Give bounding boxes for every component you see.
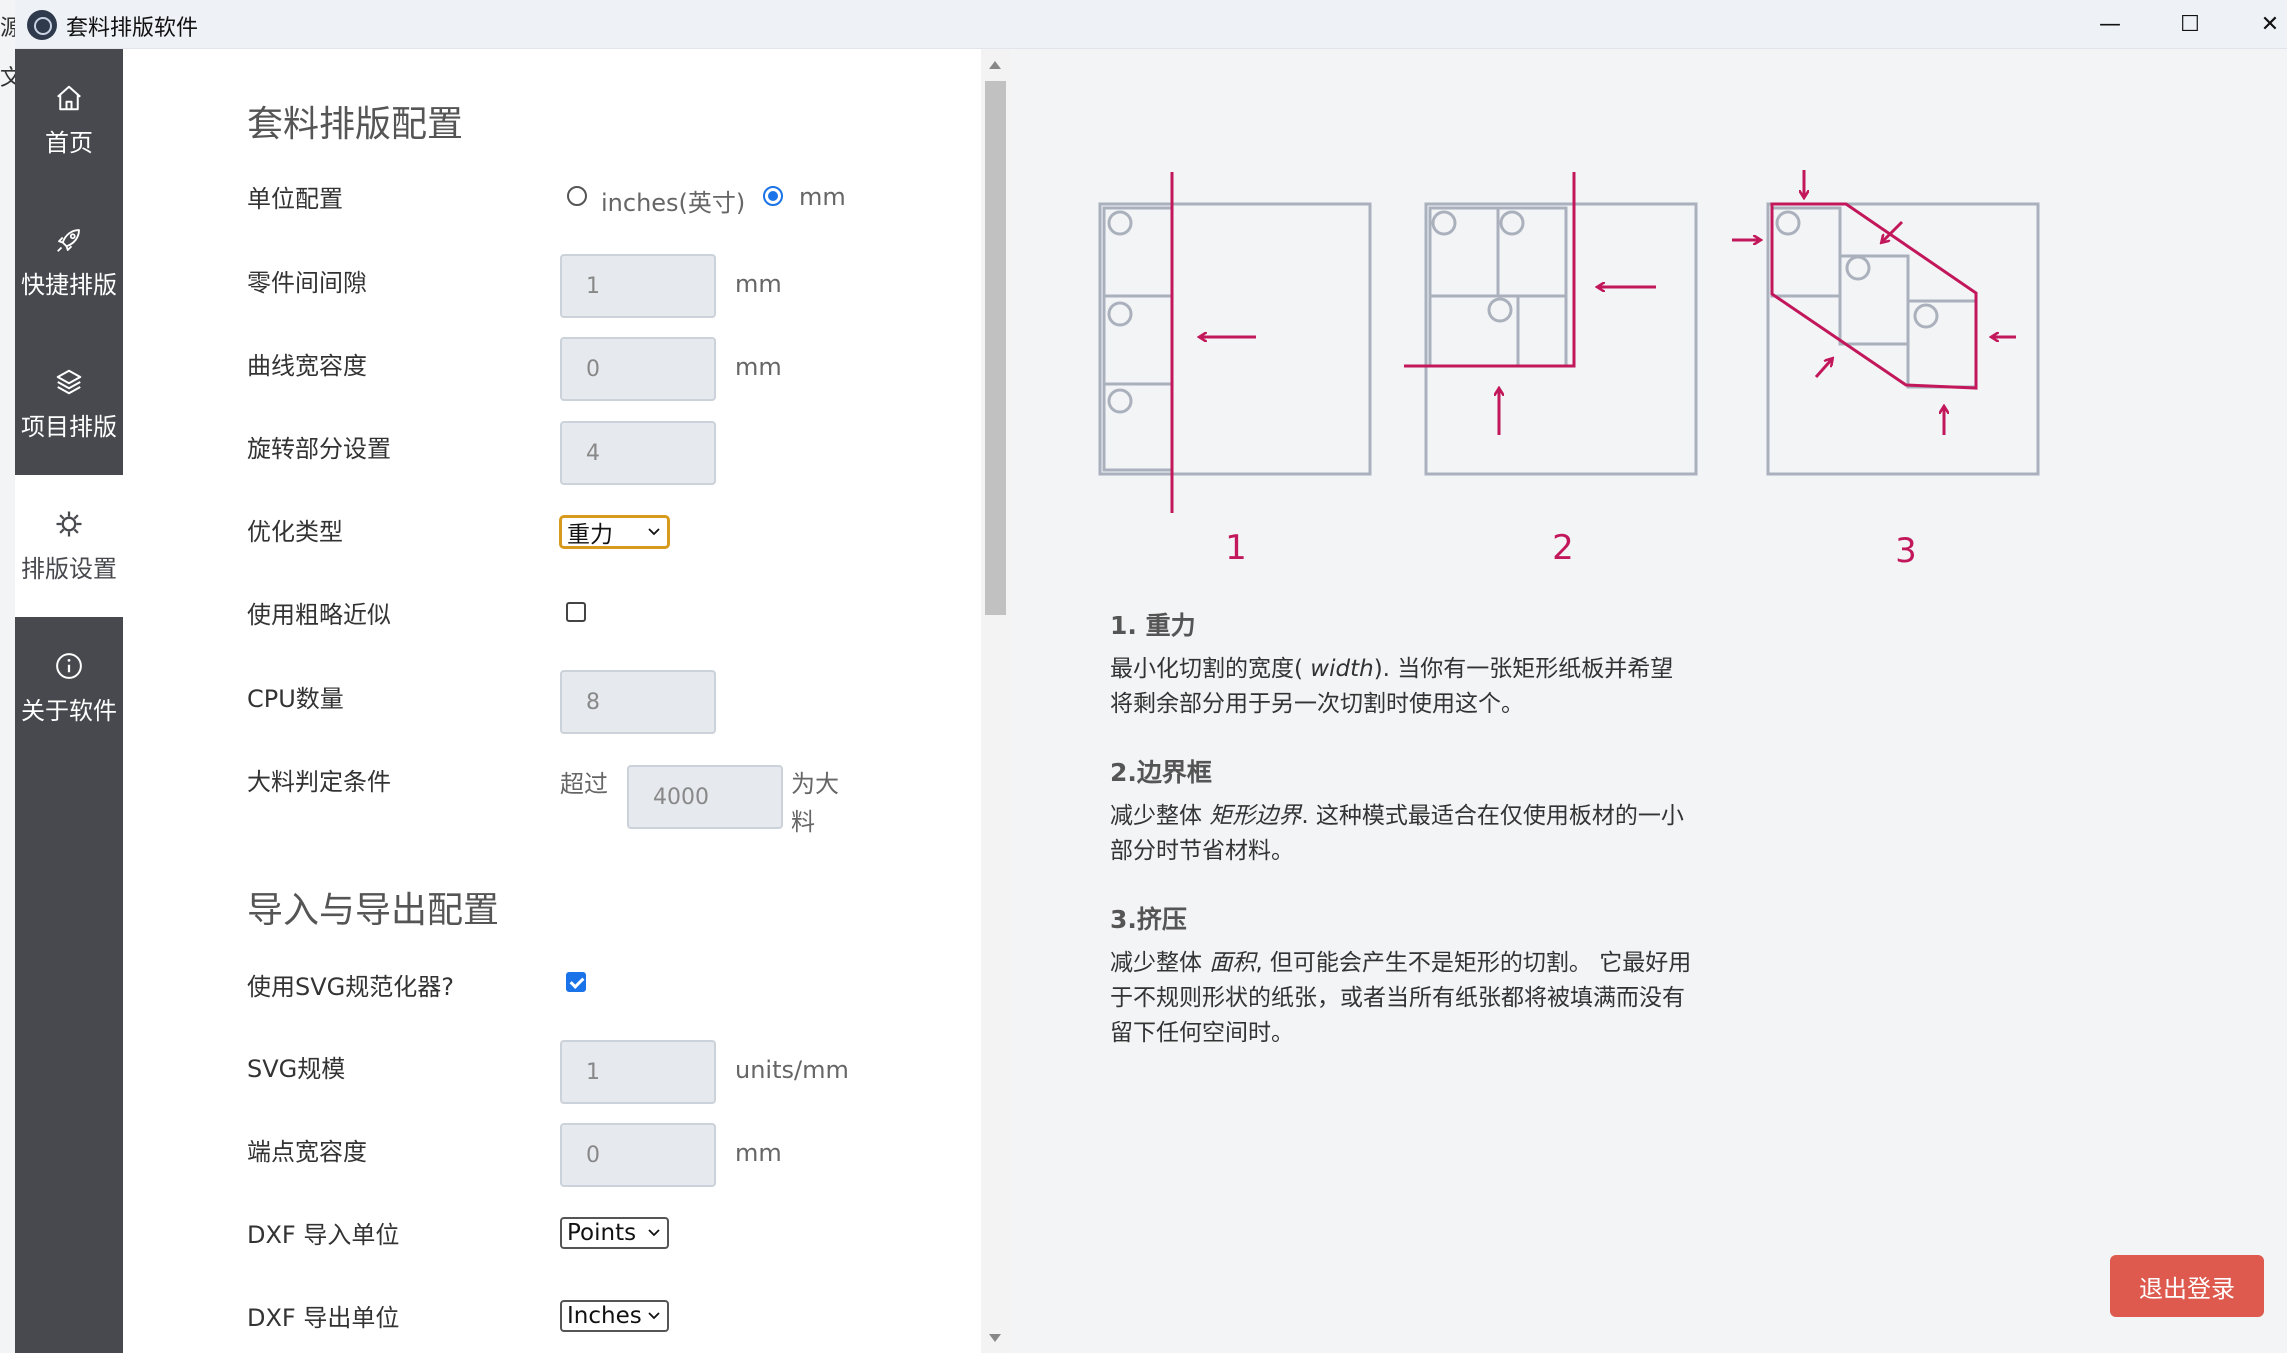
optimization-label: 优化类型 [247,518,343,546]
layers-icon [56,369,82,394]
gear-icon [56,511,82,536]
rough-approx-label: 使用粗略近似 [247,601,391,629]
sidebar-item-about[interactable]: 关于软件 [15,617,123,759]
dxf-import-select[interactable]: Points [560,1217,669,1249]
dxf-export-label: DXF 导出单位 [247,1304,400,1332]
window-title: 套料排版软件 [66,16,199,41]
mode-squeeze-title: 3.挤压 [1110,905,1187,934]
section-title-import-export: 导入与导出配置 [247,890,500,931]
endpoint-tolerance-input[interactable]: 0 [560,1123,716,1187]
large-part-prefix: 超过 [560,770,608,798]
sidebar-item-label: 快捷排版 [21,270,117,299]
sidebar: 首页 快捷排版 项目排版 排版设置 关于软件 [15,49,123,1353]
dxf-import-label: DXF 导入单位 [247,1221,400,1249]
svg-scale-unit: units/mm [735,1056,849,1084]
spacing-label: 零件间间隙 [247,269,367,297]
endpoint-tolerance-unit: mm [735,1139,782,1167]
units-radio-mm-label[interactable]: mm [799,183,846,211]
chevron-down-icon [648,528,660,536]
svg-normalizer-label: 使用SVG规范化器? [247,973,454,1001]
minimize-button[interactable]: — [2070,0,2150,49]
svg-normalizer-checkbox[interactable] [566,972,586,992]
optimization-select-value: 重力 [567,522,613,548]
sidebar-item-label: 首页 [45,128,93,157]
settings-scrollbar[interactable] [981,49,1010,1353]
optimization-select[interactable]: 重力 [560,516,669,548]
large-part-suffix-2: 料 [791,808,815,836]
mode-gravity-title: 1. 重力 [1110,611,1196,640]
endpoint-tolerance-label: 端点宽容度 [247,1138,367,1166]
info-icon [56,652,82,679]
svg-scale-input[interactable]: 1 [560,1040,716,1104]
large-part-suffix: 为大 [791,770,839,798]
figure-label: 3 [1895,531,1917,567]
cpu-input[interactable]: 8 [560,670,716,734]
dxf-export-select[interactable]: Inches [560,1300,669,1332]
app-window: 套料排版软件 — ☐ ✕ 首页 快捷排版 项目排版 排版设置 关于软件 套料排版… [15,0,2287,1353]
sidebar-item-label: 关于软件 [21,696,117,725]
scrollbar-thumb[interactable] [985,81,1006,615]
settings-panel: 套料排版配置 单位配置 inches(英寸) mm 零件间间隙 1 mm 曲线宽… [123,49,981,1353]
sidebar-item-nesting-settings[interactable]: 排版设置 [15,475,123,617]
sidebar-item-project-nesting[interactable]: 项目排版 [15,333,123,475]
units-radio-inches[interactable] [567,186,587,206]
scroll-down-arrow[interactable] [989,1334,1001,1342]
cpu-label: CPU数量 [247,685,344,713]
curve-tolerance-label: 曲线宽容度 [247,352,367,380]
figure-label: 1 [1225,528,1247,567]
dxf-import-select-value: Points [567,1220,637,1246]
rotations-input[interactable]: 4 [560,421,716,485]
placement-modes-illustration: 1 2 3 [1098,170,2040,567]
figure-label: 2 [1552,528,1574,567]
chevron-down-icon [648,1312,660,1320]
units-radio-inches-label[interactable]: inches(英寸) [601,183,745,218]
sidebar-item-home[interactable]: 首页 [15,49,123,191]
curve-tolerance-input[interactable]: 0 [560,337,716,401]
app-logo-icon [27,10,57,40]
logout-button[interactable]: 退出登录 [2110,1255,2264,1317]
large-part-label: 大料判定条件 [247,768,391,796]
close-button[interactable]: ✕ [2230,0,2287,49]
mode-bounding-box-description: 减少整体 矩形边界. 这种模式最适合在仅使用板材的一小 部分时节省材料。 [1110,803,1684,864]
mode-squeeze-description: 减少整体 面积, 但可能会产生不是矩形的切割。 它最好用 于不规则形状的纸张，或者… [1110,950,1692,1046]
mode-bounding-box-title: 2.边界框 [1110,758,1212,787]
rotations-label: 旋转部分设置 [247,435,391,463]
rocket-icon [57,228,80,252]
mode-gravity-description: 最小化切割的宽度( width). 当你有一张矩形纸板并希望 将剩余部分用于另一次… [1110,656,1674,717]
info-panel: 1 2 3 1. 重力 最小化切割的宽度( width). 当你有一张矩形纸板并… [1010,49,2287,1353]
sidebar-item-label: 排版设置 [21,554,117,583]
svg-scale-label: SVG规模 [247,1055,346,1083]
spacing-unit: mm [735,270,782,298]
scroll-up-arrow[interactable] [989,61,1001,69]
dxf-export-select-value: Inches [567,1303,642,1329]
title-bar: 套料排版软件 — ☐ ✕ [15,0,2287,49]
curve-tolerance-unit: mm [735,353,782,381]
sidebar-item-label: 项目排版 [21,412,117,441]
units-label: 单位配置 [247,185,343,213]
section-title-nesting: 套料排版配置 [247,104,464,145]
spacing-input[interactable]: 1 [560,254,716,318]
maximize-button[interactable]: ☐ [2150,0,2230,49]
sidebar-item-quick-nesting[interactable]: 快捷排版 [15,191,123,333]
home-icon [57,85,81,110]
rough-approx-checkbox[interactable] [566,602,586,622]
units-radio-mm[interactable] [763,186,783,206]
chevron-down-icon [648,1229,660,1237]
large-part-input[interactable]: 4000 [627,765,783,829]
